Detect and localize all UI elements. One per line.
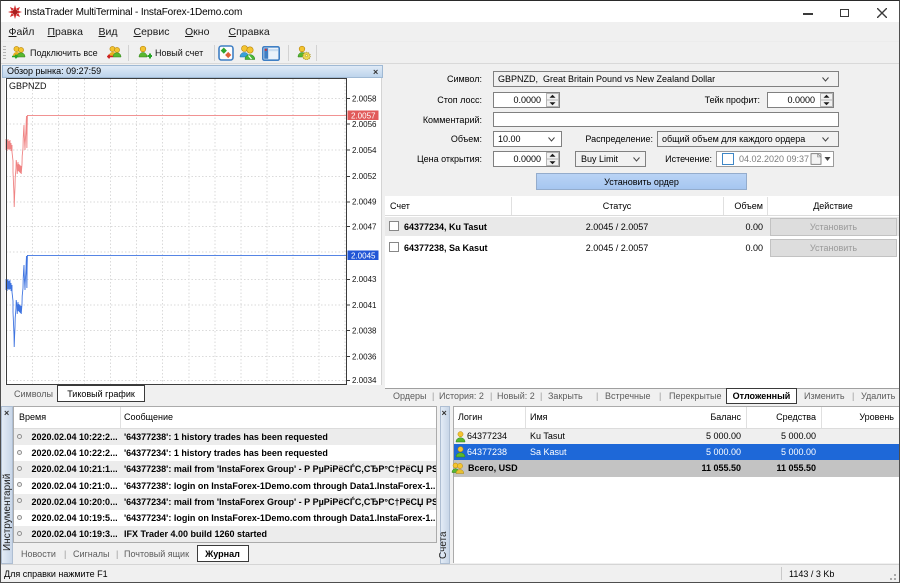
svg-text:2.0045: 2.0045 [351, 251, 376, 260]
svg-text:2.0041: 2.0041 [352, 301, 377, 310]
svg-text:2.0034: 2.0034 [352, 376, 377, 385]
svg-text:2.0052: 2.0052 [352, 172, 377, 181]
svg-text:2.0054: 2.0054 [352, 146, 377, 155]
svg-text:2.0036: 2.0036 [352, 352, 377, 361]
svg-text:2.0038: 2.0038 [352, 326, 377, 335]
svg-text:2.0056: 2.0056 [352, 120, 377, 129]
svg-text:2.0047: 2.0047 [352, 222, 377, 231]
svg-text:2.0057: 2.0057 [351, 111, 376, 120]
svg-text:2.0058: 2.0058 [352, 94, 377, 103]
svg-text:2.0043: 2.0043 [352, 275, 377, 284]
svg-text:2.0049: 2.0049 [352, 198, 377, 207]
svg-text:GBPNZD: GBPNZD [9, 81, 47, 91]
